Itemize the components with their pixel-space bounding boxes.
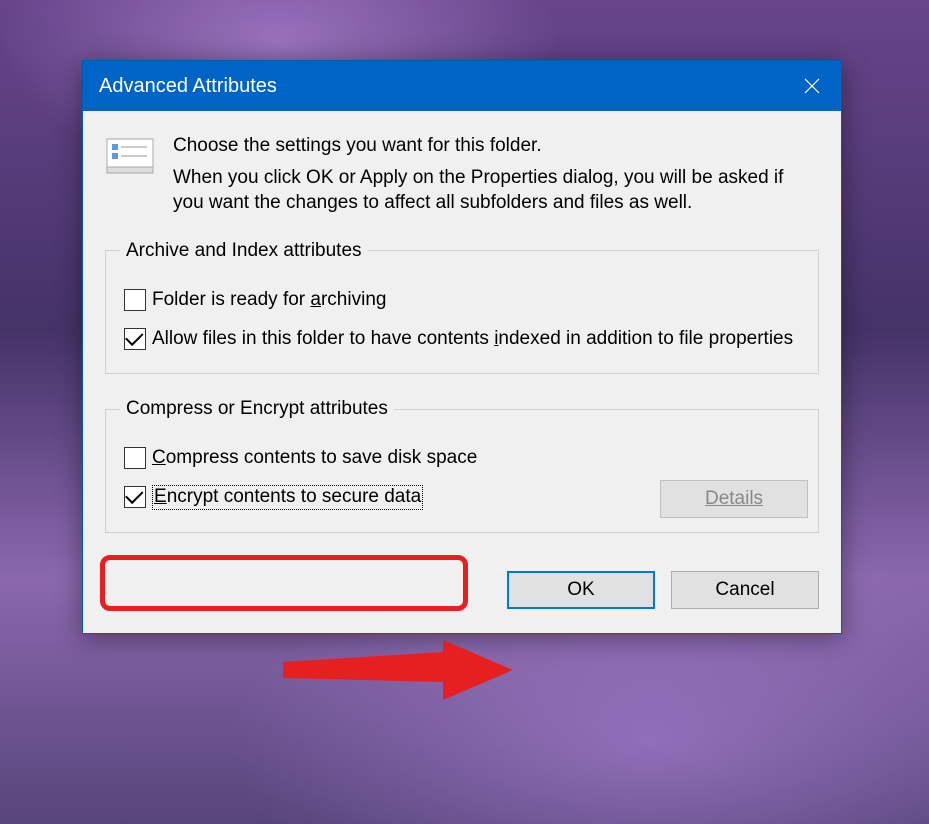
encrypt-checkbox[interactable]: [124, 486, 146, 508]
titlebar[interactable]: Advanced Attributes: [83, 61, 841, 111]
compress-label[interactable]: Compress contents to save disk space: [152, 446, 477, 471]
ok-button[interactable]: OK: [507, 571, 655, 609]
archive-label[interactable]: Folder is ready for archiving: [152, 288, 386, 313]
dialog-title: Advanced Attributes: [99, 75, 277, 98]
header-line2: When you click OK or Apply on the Proper…: [173, 165, 819, 216]
advanced-attributes-dialog: Advanced Attributes Choose the settings …: [82, 60, 842, 634]
compress-encrypt-group: Compress or Encrypt attributes Compress …: [105, 398, 819, 532]
header-line1: Choose the settings you want for this fo…: [173, 133, 819, 159]
header-row: Choose the settings you want for this fo…: [105, 133, 819, 216]
close-icon: [803, 77, 821, 95]
compress-encrypt-legend: Compress or Encrypt attributes: [120, 398, 394, 420]
close-button[interactable]: [783, 61, 841, 111]
cancel-button[interactable]: Cancel: [671, 571, 819, 609]
archive-index-legend: Archive and Index attributes: [120, 240, 368, 262]
index-label[interactable]: Allow files in this folder to have conte…: [152, 327, 793, 352]
details-button: Details: [660, 480, 808, 518]
index-checkbox-row[interactable]: Allow files in this folder to have conte…: [124, 327, 804, 352]
compress-checkbox[interactable]: [124, 447, 146, 469]
dialog-content: Choose the settings you want for this fo…: [83, 111, 841, 633]
compress-checkbox-row[interactable]: Compress contents to save disk space: [124, 446, 804, 471]
header-text: Choose the settings you want for this fo…: [173, 133, 819, 216]
archive-checkbox[interactable]: [124, 289, 146, 311]
properties-icon: [105, 137, 155, 175]
archive-checkbox-row[interactable]: Folder is ready for archiving: [124, 288, 804, 313]
index-checkbox[interactable]: [124, 328, 146, 350]
button-row: OK Cancel: [105, 557, 819, 617]
archive-index-group: Archive and Index attributes Folder is r…: [105, 240, 819, 374]
encrypt-label[interactable]: Encrypt contents to secure data: [152, 485, 423, 510]
